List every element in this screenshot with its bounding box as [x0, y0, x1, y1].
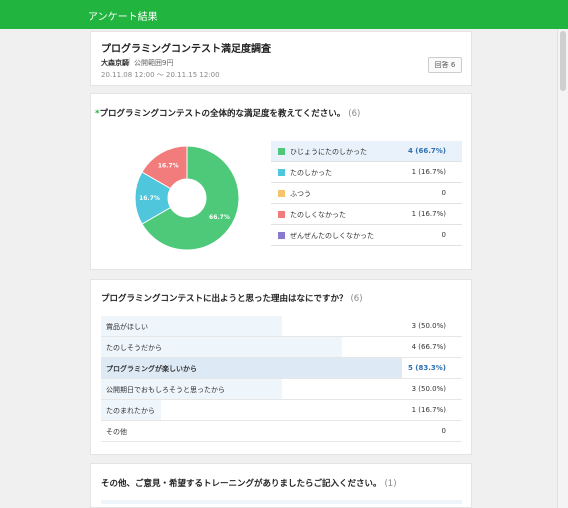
legend-label: ふつう: [290, 190, 311, 198]
legend-row: ぜんぜんたのしくなかった 0: [271, 225, 462, 246]
scrollbar-thumb[interactable]: [560, 31, 566, 91]
legend-value: 1 (16.7%): [411, 210, 446, 218]
question-1-text: プログラミングコンテストの全体的な満足度を教えてください。: [99, 109, 346, 119]
legend-row: たのしかった 1 (16.7%): [271, 162, 462, 183]
legend-swatch: [278, 211, 285, 218]
donut-svg: 66.7% 16.7% 16.7%: [134, 145, 240, 251]
legend-label: ひじょうにたのしかった: [290, 148, 367, 156]
result-row: たのまれたから 1 (16.7%): [101, 400, 462, 421]
result-row: たのしそうだから 4 (66.7%): [101, 337, 462, 358]
result-value: 0: [441, 427, 446, 435]
survey-scope: 公開範囲9円: [134, 59, 174, 67]
legend-row: ひじょうにたのしかった 4 (66.7%): [271, 141, 462, 162]
result-value: 1 (16.7%): [411, 406, 446, 414]
question-3-title: その他、ご意見・希望するトレーニングがありましたらご記入ください。 (1): [101, 477, 397, 489]
result-label: その他: [106, 428, 127, 436]
legend-row: たのしくなかった 1 (16.7%): [271, 204, 462, 225]
result-label: 公開期日でおもしろそうと思ったから: [106, 386, 225, 394]
result-value: 3 (50.0%): [411, 322, 446, 330]
question-3-card: その他、ご意見・希望するトレーニングがありましたらご記入ください。 (1): [90, 463, 472, 508]
result-label: たのまれたから: [106, 407, 155, 415]
question-2-count: (6): [350, 294, 363, 304]
legend-value: 0: [441, 231, 446, 239]
donut-slice-label: 66.7%: [209, 214, 230, 221]
legend-swatch: [278, 169, 285, 176]
page-scrollbar[interactable]: [557, 29, 568, 508]
response-count-badge[interactable]: 回答 6: [428, 57, 462, 73]
result-value: 5 (83.3%): [408, 364, 446, 372]
satisfaction-donut-chart: 66.7% 16.7% 16.7%: [134, 145, 240, 251]
result-label: プログラミングが楽しいから: [106, 365, 197, 373]
survey-title: プログラミングコンテスト満足度調査: [101, 44, 271, 55]
question-2-text: プログラミングコンテストに出ようと思った理由はなにですか？: [101, 294, 348, 304]
result-value: 4 (66.7%): [411, 343, 446, 351]
legend-swatch: [278, 232, 285, 239]
satisfaction-legend: ひじょうにたのしかった 4 (66.7%) たのしかった 1 (16.7%) ふつう 0 た…: [271, 141, 462, 246]
survey-period: 20.11.08 12:00 ～ 20.11.15 12:00: [101, 71, 220, 79]
result-label: 賞品がほしい: [106, 323, 148, 331]
question-3-text: その他、ご意見・希望するトレーニングがありましたらご記入ください。: [101, 479, 382, 489]
legend-label: たのしくなかった: [290, 211, 346, 219]
question-1-count: (6): [348, 109, 361, 119]
result-row: 賞品がほしい 3 (50.0%): [101, 316, 462, 337]
legend-swatch: [278, 190, 285, 197]
result-row: 公開期日でおもしろそうと思ったから 3 (50.0%): [101, 379, 462, 400]
legend-row: ふつう 0: [271, 183, 462, 204]
donut-slice-label: 16.7%: [139, 195, 160, 202]
legend-value: 4 (66.7%): [408, 147, 446, 155]
question-1-card: *プログラミングコンテストの全体的な満足度を教えてください。 (6) 66.7%…: [90, 93, 472, 270]
question-3-count: (1): [384, 479, 397, 489]
legend-label: ぜんぜんたのしくなかった: [290, 232, 374, 240]
survey-summary-card: プログラミングコンテスト満足度調査 大森京騎 | 公開範囲9円 20.11.08…: [90, 31, 472, 86]
legend-label: たのしかった: [290, 169, 332, 177]
question-2-card: プログラミングコンテストに出ようと思った理由はなにですか？ (6) 賞品がほしい…: [90, 279, 472, 455]
question-1-title: *プログラミングコンテストの全体的な満足度を教えてください。 (6): [95, 107, 360, 119]
result-row: その他 0: [101, 421, 462, 442]
app-header: アンケート結果: [0, 0, 568, 29]
result-value: 3 (50.0%): [411, 385, 446, 393]
comment-list-top: [101, 500, 462, 504]
legend-value: 0: [441, 189, 446, 197]
legend-swatch: [278, 148, 285, 155]
result-row: プログラミングが楽しいから 5 (83.3%): [101, 358, 462, 379]
question-2-title: プログラミングコンテストに出ようと思った理由はなにですか？ (6): [101, 292, 363, 304]
survey-author: 大森京騎: [101, 59, 129, 67]
legend-value: 1 (16.7%): [411, 168, 446, 176]
header-title: アンケート結果: [88, 12, 158, 23]
meta-separator: |: [128, 57, 131, 65]
result-label: たのしそうだから: [106, 344, 162, 352]
donut-slice-label: 16.7%: [158, 163, 179, 170]
reason-results-table: 賞品がほしい 3 (50.0%) たのしそうだから 4 (66.7%) プログラミングが…: [101, 316, 462, 442]
